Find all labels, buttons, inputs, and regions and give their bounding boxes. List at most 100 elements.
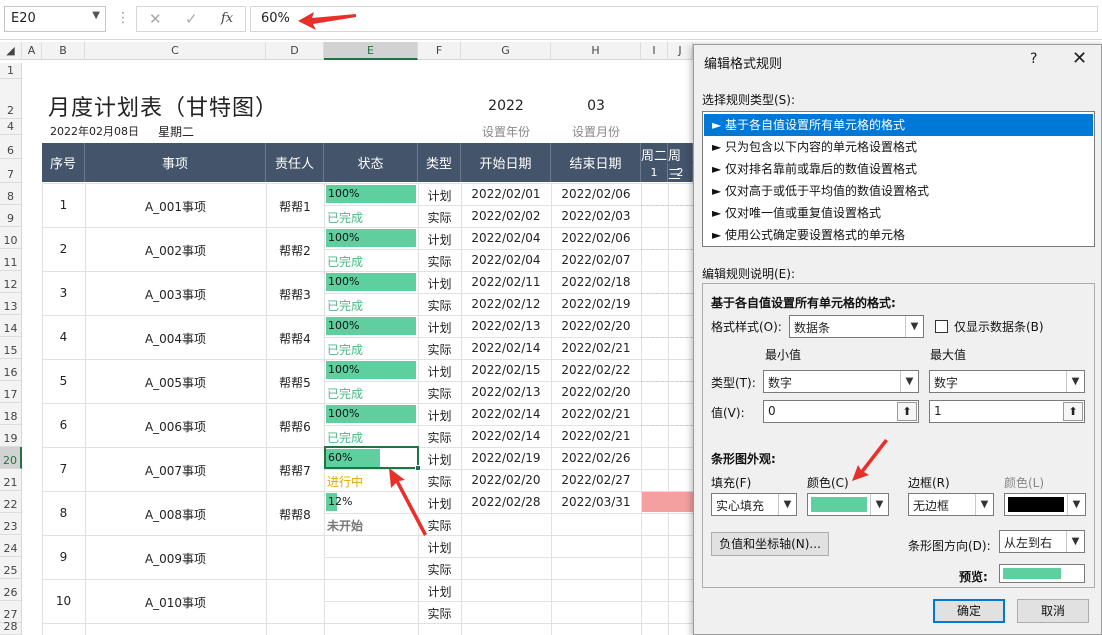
status-badge: 已完成 bbox=[327, 387, 364, 401]
rule-item-top-bottom[interactable]: ► 仅对排名靠前或靠后的数值设置格式 bbox=[704, 158, 1093, 180]
row-header[interactable]: 19 bbox=[0, 425, 22, 447]
progress-bar[interactable]: 100% bbox=[326, 317, 416, 335]
progress-bar[interactable]: 100% bbox=[326, 273, 416, 291]
row-header[interactable]: 21 bbox=[0, 469, 22, 491]
border-color-picker[interactable]: ▼ bbox=[1004, 493, 1086, 516]
range-select-icon[interactable]: ⬆ bbox=[1063, 402, 1083, 421]
task-owner: 帮帮6 bbox=[279, 420, 311, 434]
col-header-b[interactable]: B bbox=[42, 42, 85, 60]
progress-bar[interactable]: 100% bbox=[326, 185, 416, 203]
row-header[interactable]: 23 bbox=[0, 513, 22, 535]
row-header[interactable]: 9 bbox=[0, 205, 22, 227]
ok-button[interactable]: 确定 bbox=[933, 599, 1005, 623]
progress-bar[interactable]: 100% bbox=[326, 405, 416, 423]
col-header-j[interactable]: J bbox=[668, 42, 693, 60]
rule-item-unique[interactable]: ► 仅对唯一值或重复值设置格式 bbox=[704, 202, 1093, 224]
task-owner: 帮帮2 bbox=[279, 244, 311, 258]
more-icon: ⋮ bbox=[116, 10, 130, 26]
cancel-button[interactable]: 取消 bbox=[1017, 599, 1089, 623]
year-value[interactable]: 2022 bbox=[461, 98, 551, 114]
row-header[interactable]: 28 bbox=[0, 620, 22, 635]
row-header[interactable]: 4 bbox=[0, 119, 22, 135]
chevron-down-icon[interactable]: ▼ bbox=[778, 494, 796, 515]
col-header-f[interactable]: F bbox=[418, 42, 461, 60]
row-header[interactable]: 1 bbox=[0, 63, 22, 79]
select-all-corner[interactable]: ◢ bbox=[0, 42, 22, 60]
row-header[interactable]: 15 bbox=[0, 337, 22, 359]
show-bar-only-checkbox[interactable] bbox=[935, 320, 948, 333]
col-header-d[interactable]: D bbox=[266, 42, 324, 60]
type-actual: 实际 bbox=[427, 299, 452, 313]
close-icon[interactable]: ✕ bbox=[1072, 48, 1087, 69]
row-header[interactable]: 14 bbox=[0, 315, 22, 337]
task-no: 5 bbox=[59, 374, 68, 388]
month-value[interactable]: 03 bbox=[551, 98, 641, 114]
task-owner: 帮帮7 bbox=[279, 464, 311, 478]
direction-select[interactable]: 从左到右 ▼ bbox=[999, 530, 1085, 553]
fill-label: 填充(F) bbox=[711, 476, 752, 490]
row-header[interactable]: 25 bbox=[0, 557, 22, 579]
row-header[interactable]: 26 bbox=[0, 579, 22, 601]
format-style-select[interactable]: 数据条 ▼ bbox=[789, 315, 924, 338]
chevron-down-icon[interactable]: ▼ bbox=[1066, 531, 1084, 552]
chevron-down-icon[interactable]: ▼ bbox=[900, 371, 918, 392]
type-label: 类型(T): bbox=[711, 376, 756, 390]
formula-input[interactable]: 60% bbox=[250, 6, 1098, 32]
col-header-g[interactable]: G bbox=[461, 42, 551, 60]
max-type-select[interactable]: 数字 ▼ bbox=[929, 370, 1085, 393]
fill-select[interactable]: 实心填充 ▼ bbox=[711, 493, 797, 516]
help-icon[interactable]: ? bbox=[1030, 51, 1037, 67]
row-header[interactable]: 10 bbox=[0, 227, 22, 249]
row-header[interactable]: 18 bbox=[0, 403, 22, 425]
row-header[interactable]: 11 bbox=[0, 249, 22, 271]
chevron-down-icon[interactable]: ▼ bbox=[905, 316, 923, 337]
header-no: 序号 bbox=[42, 143, 85, 182]
border-select[interactable]: 无边框 ▼ bbox=[908, 493, 994, 516]
row-header[interactable]: 22 bbox=[0, 491, 22, 513]
rule-item-average[interactable]: ► 仅对高于或低于平均值的数值设置格式 bbox=[704, 180, 1093, 202]
chevron-down-icon[interactable]: ▼ bbox=[1066, 371, 1084, 392]
row-header[interactable]: 12 bbox=[0, 271, 22, 293]
col-header-e[interactable]: E bbox=[324, 42, 418, 60]
chevron-down-icon[interactable]: ▼ bbox=[975, 494, 993, 515]
col-header-a[interactable]: A bbox=[22, 42, 42, 60]
red-arrow-icon bbox=[389, 468, 427, 536]
rule-type-list[interactable]: ► 基于各自值设置所有单元格的格式 ► 只为包含以下内容的单元格设置格式 ► 仅… bbox=[702, 111, 1095, 247]
range-select-icon[interactable]: ⬆ bbox=[897, 402, 917, 421]
progress-bar[interactable]: 100% bbox=[326, 229, 416, 247]
row-header[interactable]: 16 bbox=[0, 359, 22, 381]
col-header-c[interactable]: C bbox=[85, 42, 266, 60]
function-icon[interactable]: fx bbox=[221, 11, 233, 26]
negative-axis-button[interactable]: 负值和坐标轴(N)... bbox=[711, 532, 829, 556]
progress-bar[interactable]: 12% bbox=[326, 493, 352, 511]
row-header[interactable]: 7 bbox=[0, 159, 22, 183]
chevron-down-icon[interactable]: ▼ bbox=[870, 494, 888, 515]
plan-end-date: 2022/02/18 bbox=[561, 275, 631, 289]
check-icon[interactable]: ✓ bbox=[185, 10, 198, 28]
chevron-down-icon[interactable]: ▼ bbox=[1067, 494, 1085, 515]
row-header[interactable]: 24 bbox=[0, 535, 22, 557]
row-header[interactable]: 13 bbox=[0, 293, 22, 315]
fill-color-picker[interactable]: ▼ bbox=[807, 493, 889, 516]
cancel-icon[interactable]: ✕ bbox=[149, 10, 162, 28]
col-header-h[interactable]: H bbox=[551, 42, 641, 60]
chevron-down-icon[interactable]: ▼ bbox=[92, 10, 100, 21]
actual-start-date: 2022/02/12 bbox=[471, 297, 541, 311]
min-type-select[interactable]: 数字 ▼ bbox=[763, 370, 919, 393]
row-header[interactable]: 17 bbox=[0, 381, 22, 403]
row-header[interactable]: 6 bbox=[0, 135, 22, 159]
status-badge: 已完成 bbox=[327, 343, 364, 357]
max-value-input[interactable]: 1 ⬆ bbox=[929, 400, 1085, 423]
progress-bar[interactable]: 100% bbox=[326, 361, 416, 379]
rule-item-all-cells[interactable]: ► 基于各自值设置所有单元格的格式 bbox=[704, 114, 1093, 136]
col-header-i[interactable]: I bbox=[641, 42, 668, 60]
row-header[interactable]: 20 bbox=[0, 447, 22, 469]
grid-line bbox=[324, 579, 693, 580]
name-box[interactable]: E20 ▼ bbox=[4, 6, 106, 32]
row-header[interactable]: 8 bbox=[0, 183, 22, 205]
min-value-input[interactable]: 0 ⬆ bbox=[763, 400, 919, 423]
rule-item-formula[interactable]: ► 使用公式确定要设置格式的单元格 bbox=[704, 224, 1093, 246]
grid-line bbox=[42, 579, 324, 580]
row-header[interactable]: 2 bbox=[0, 79, 22, 119]
rule-item-contains[interactable]: ► 只为包含以下内容的单元格设置格式 bbox=[704, 136, 1093, 158]
